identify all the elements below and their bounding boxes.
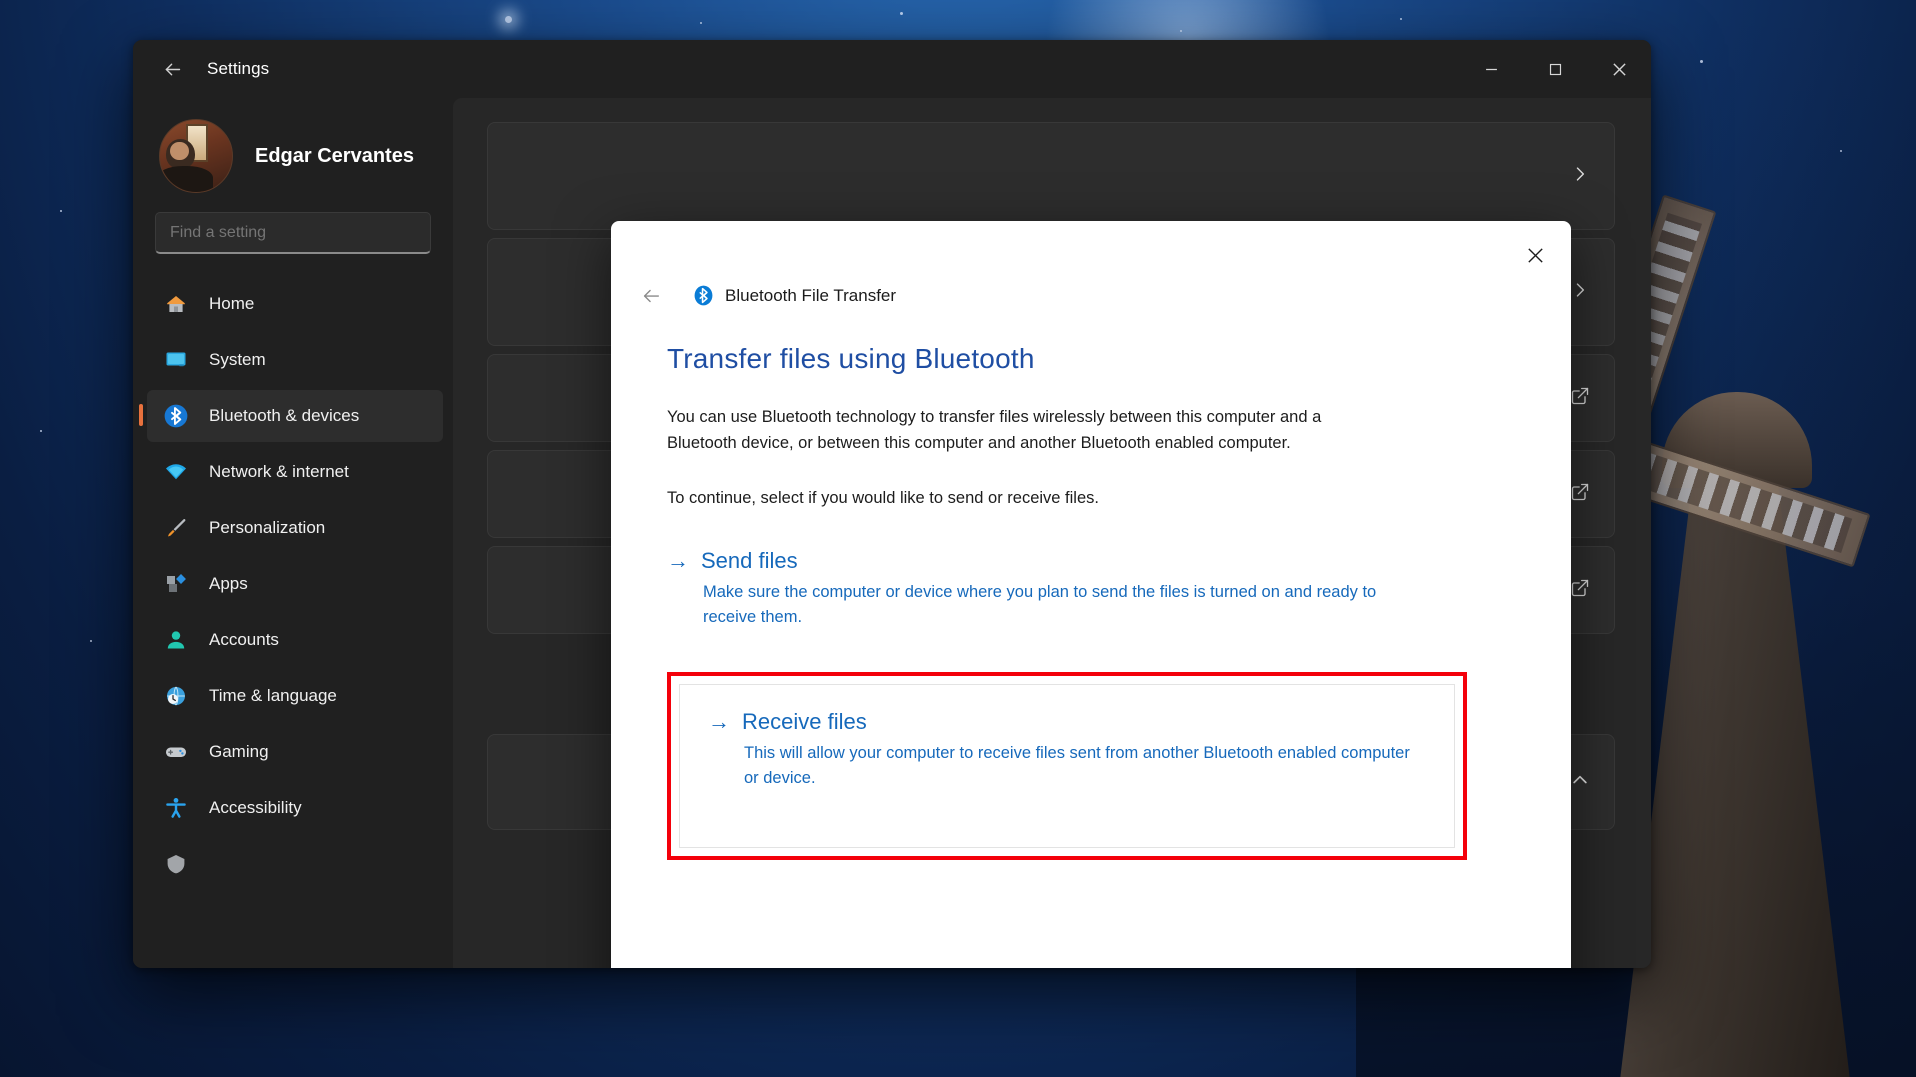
window-body: Edgar Cervantes Home [133, 98, 1651, 968]
avatar [159, 119, 233, 193]
bluetooth-icon [163, 403, 189, 429]
window-titlebar: Settings [133, 40, 1651, 98]
receive-files-option[interactable]: → Receive files This will allow your com… [679, 683, 1455, 848]
home-icon [163, 291, 189, 317]
close-icon[interactable] [1587, 40, 1651, 98]
dialog-paragraph-2: To continue, select if you would like to… [667, 489, 1099, 508]
chevron-up-icon [1570, 770, 1590, 795]
chevron-right-icon [1570, 164, 1590, 189]
bluetooth-icon [691, 284, 715, 308]
sidebar-item-apps[interactable]: Apps [147, 558, 443, 610]
receive-files-description: This will allow your computer to receive… [744, 743, 1410, 787]
external-link-icon [1570, 482, 1590, 507]
search-box[interactable] [155, 212, 431, 254]
sidebar-item-accounts[interactable]: Accounts [147, 614, 443, 666]
sidebar-item-partial[interactable] [147, 838, 443, 890]
desktop-wallpaper: Settings Edgar Cervantes Find a setting … [0, 0, 1916, 1077]
account-icon [163, 627, 189, 653]
sidebar-item-label: Network & internet [209, 462, 349, 481]
dialog-body: Transfer files using Bluetooth You can u… [611, 313, 1571, 968]
page-title: Settings [207, 59, 270, 78]
sidebar-item-time-and-language[interactable]: Time & language [147, 670, 443, 722]
dialog-title: Transfer files using Bluetooth [667, 343, 1035, 374]
system-icon [163, 347, 189, 373]
star [90, 640, 92, 642]
sidebar-item-label: Accounts [209, 630, 279, 649]
sidebar-item-bluetooth-and-devices[interactable]: Bluetooth & devices [139, 390, 443, 442]
clock-globe-icon [163, 683, 189, 709]
receive-files-highlight-box: → Receive files This will allow your com… [667, 671, 1467, 860]
sidebar-item-system[interactable]: System [147, 334, 443, 386]
window-controls [1459, 40, 1651, 98]
privacy-icon [163, 851, 189, 877]
minimize-icon[interactable] [1459, 40, 1523, 98]
back-arrow-icon[interactable] [631, 279, 671, 313]
star [1180, 30, 1182, 32]
bluetooth-file-transfer-dialog: Bluetooth File Transfer Transfer files u… [611, 221, 1571, 968]
accessibility-icon [163, 795, 189, 821]
sidebar-nav: Home System Bluetooth & devices Network … [133, 278, 453, 890]
sidebar-item-label: Accessibility [209, 798, 302, 817]
gamepad-icon [163, 739, 189, 765]
apps-icon [163, 571, 189, 597]
sidebar-item-accessibility[interactable]: Accessibility [147, 782, 443, 834]
maximize-icon[interactable] [1523, 40, 1587, 98]
star [60, 210, 62, 212]
external-link-icon [1570, 386, 1590, 411]
sidebar-item-network-and-internet[interactable]: Network & internet [147, 446, 443, 498]
back-arrow-icon[interactable] [151, 51, 193, 87]
chevron-right-icon [1570, 280, 1590, 305]
sidebar-item-personalization[interactable]: Personalization [147, 502, 443, 554]
sidebar-item-label: Gaming [209, 742, 269, 761]
settings-card[interactable] [487, 122, 1615, 230]
arrow-right-icon: → [667, 547, 689, 573]
sidebar-item-label: Personalization [209, 518, 326, 537]
settings-window: Settings Edgar Cervantes Find a setting … [133, 40, 1651, 968]
profile-name: Edgar Cervantes [255, 144, 414, 167]
sidebar-item-label: Apps [209, 574, 248, 593]
dialog-header-title: Bluetooth File Transfer [725, 285, 897, 305]
sidebar: Edgar Cervantes Home [133, 98, 453, 968]
star [900, 12, 903, 15]
dialog-paragraph-1: You can use Bluetooth technology to tran… [667, 408, 1322, 452]
sidebar-item-gaming[interactable]: Gaming [147, 726, 443, 778]
external-link-icon [1570, 578, 1590, 603]
sidebar-item-label: Bluetooth & devices [209, 406, 360, 425]
star [700, 22, 702, 24]
sidebar-item-home[interactable]: Home [147, 278, 443, 330]
sidebar-item-label: Home [209, 294, 255, 313]
close-icon[interactable] [1513, 235, 1557, 275]
send-files-option[interactable]: → Send files Make sure the computer or d… [667, 548, 1515, 630]
sidebar-item-label: System [209, 350, 266, 369]
paintbrush-icon [163, 515, 189, 541]
search-input[interactable] [170, 223, 416, 242]
receive-files-label: Receive files [742, 708, 867, 734]
sidebar-item-label: Time & language [209, 686, 337, 705]
search-container [133, 202, 453, 254]
arrow-right-icon: → [708, 708, 730, 734]
send-files-description: Make sure the computer or device where y… [703, 582, 1377, 626]
star [40, 430, 42, 432]
profile-block[interactable]: Edgar Cervantes [133, 98, 453, 202]
star [505, 16, 512, 23]
send-files-label: Send files [701, 547, 798, 573]
dialog-header: Bluetooth File Transfer [611, 221, 1571, 313]
receive-files-heading: → Receive files [708, 709, 1426, 735]
wifi-icon [163, 459, 189, 485]
send-files-heading: → Send files [667, 548, 1515, 574]
